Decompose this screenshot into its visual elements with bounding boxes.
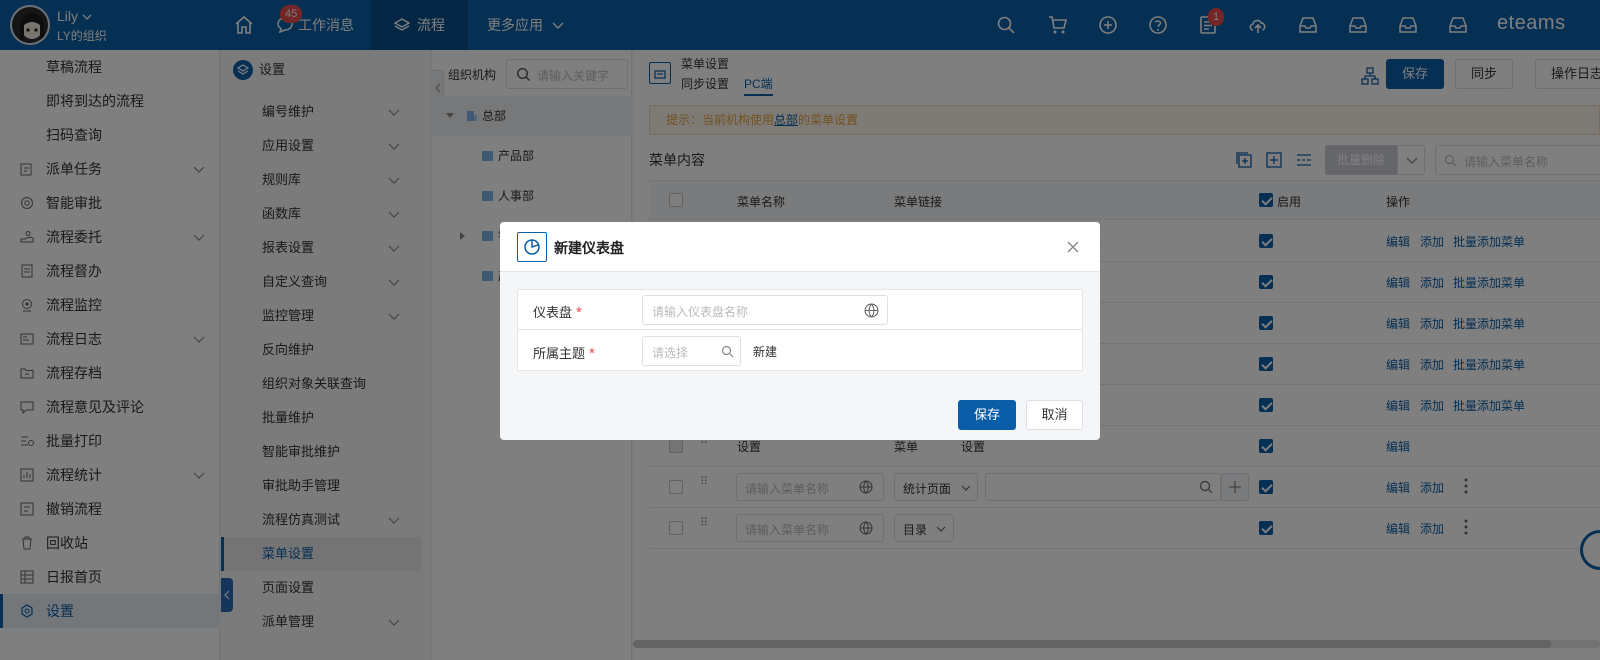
dashboard-name-row: 仪表盘 * 请输入仪表盘名称 [518, 290, 1082, 330]
theme-select-input[interactable]: 请选择 [642, 336, 741, 366]
new-dashboard-dialog: 新建仪表盘 仪表盘 * 请输入仪表盘名称 所属主题 * 请选择 新建 保存 取消 [500, 222, 1100, 440]
dashboard-name-input[interactable]: 请输入仪表盘名称 [642, 295, 888, 325]
dashboard-name-label: 仪表盘 * [533, 304, 582, 321]
new-theme-link[interactable]: 新建 [753, 343, 777, 360]
dialog-form: 仪表盘 * 请输入仪表盘名称 所属主题 * 请选择 新建 [517, 289, 1083, 371]
dialog-title: 新建仪表盘 [554, 240, 624, 256]
dialog-header: 新建仪表盘 [500, 222, 1100, 272]
dialog-save-button[interactable]: 保存 [958, 400, 1016, 430]
dashboard-name-placeholder: 请输入仪表盘名称 [652, 305, 749, 319]
theme-select-placeholder: 请选择 [652, 346, 689, 360]
close-icon[interactable] [1066, 240, 1080, 254]
dialog-cancel-button[interactable]: 取消 [1026, 400, 1083, 430]
globe-icon[interactable] [864, 303, 879, 318]
required-mark: * [576, 304, 582, 321]
dashboard-icon [517, 232, 547, 262]
search-icon[interactable] [721, 345, 734, 358]
theme-label: 所属主题 * [533, 345, 595, 362]
required-mark: * [589, 345, 595, 362]
theme-row: 所属主题 * 请选择 新建 [518, 331, 1082, 371]
